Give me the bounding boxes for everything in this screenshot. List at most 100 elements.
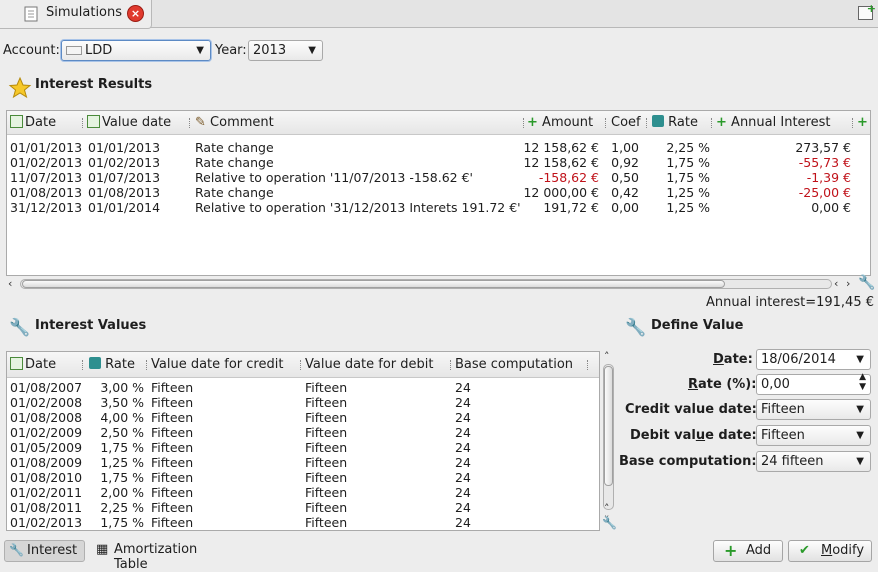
column-header-annual-interest[interactable]: + Annual Interest <box>716 115 830 130</box>
table-row[interactable]: 01/08/2011 2,25 % Fifteen Fifteen 24 <box>7 500 599 515</box>
table-row[interactable]: 31/12/2013 01/01/2014 Relative to operatio… <box>7 200 870 215</box>
scrollbar-thumb[interactable] <box>604 366 613 486</box>
table-row[interactable]: 01/08/2010 1,75 % Fifteen Fifteen 24 <box>7 470 599 485</box>
cell-date: 01/02/2013 <box>10 515 83 530</box>
wrench-icon[interactable]: 🔧 <box>602 516 617 530</box>
year-select[interactable]: 2013 ▼ <box>248 40 323 61</box>
base-computation-select[interactable]: 24 fifteen ▼ <box>756 451 871 472</box>
cell-debit: Fifteen <box>305 485 348 500</box>
column-header-amount[interactable]: + Amount <box>527 115 593 130</box>
cell-credit: Fifteen <box>151 515 194 530</box>
column-header-comment[interactable]: ✎ Comment <box>195 115 274 130</box>
rate-label: Rate (%): <box>688 377 757 392</box>
cell-date: 01/02/2011 <box>10 485 83 500</box>
cell-amount: 12 000,00 € <box>523 185 599 200</box>
date-field[interactable]: 18/06/2014 ▼ <box>756 349 871 370</box>
column-header-rate[interactable]: Rate <box>89 357 135 372</box>
table-row[interactable]: 01/02/2011 2,00 % Fifteen Fifteen 24 <box>7 485 599 500</box>
cell-date: 01/08/2008 <box>10 410 83 425</box>
table-row[interactable]: 11/07/2013 01/07/2013 Relative to operatio… <box>7 170 870 185</box>
chevron-down-icon: ▼ <box>196 45 204 56</box>
chevron-down-icon: ▼ <box>856 430 864 441</box>
horizontal-scrollbar[interactable]: ‹ ‹ › <box>8 277 870 291</box>
modify-button[interactable]: ✔ Modify <box>788 540 872 562</box>
new-tab-icon[interactable]: + <box>858 2 876 20</box>
base-computation-value: 24 fifteen <box>761 454 824 469</box>
cell-base: 24 <box>455 515 471 530</box>
document-icon <box>24 6 38 22</box>
amount-icon: + <box>527 115 538 130</box>
rate-spinbox[interactable]: 0,00 ▲ ▼ <box>756 372 871 395</box>
cell-date: 01/02/2009 <box>10 425 83 440</box>
add-column-icon[interactable]: + <box>857 115 868 130</box>
chevron-left-icon[interactable]: ‹ <box>8 277 12 290</box>
interest-results-table[interactable]: Date Value date ✎ Comment + Amount Coef … <box>6 110 871 276</box>
cell-comment: Rate change <box>195 140 274 155</box>
cell-coef: 1,00 <box>611 140 639 155</box>
account-value: LDD <box>85 43 113 58</box>
year-label: Year: <box>215 43 247 58</box>
interest-values-table[interactable]: Date Rate Value date for credit Value da… <box>6 351 600 531</box>
cell-base: 24 <box>455 500 471 515</box>
cell-comment: Rate change <box>195 155 274 170</box>
tab-amortization-table[interactable]: ▦ Amortization Table <box>94 540 234 572</box>
cell-base: 24 <box>455 410 471 425</box>
cell-base: 24 <box>455 470 471 485</box>
column-header-credit[interactable]: Value date for credit <box>151 357 283 372</box>
table-row[interactable]: 01/02/2013 1,75 % Fifteen Fifteen 24 <box>7 515 599 530</box>
column-header-date[interactable]: Date <box>10 115 56 130</box>
wrench-icon[interactable]: 🔧 <box>858 275 875 291</box>
account-label: Account: <box>3 43 60 58</box>
account-select[interactable]: LDD ▼ <box>61 40 211 61</box>
cell-rate: 2,50 % <box>100 425 144 440</box>
cell-date: 01/02/2013 <box>10 155 83 170</box>
cell-rate: 2,00 % <box>100 485 144 500</box>
base-computation-label: Base computation: <box>619 454 757 469</box>
column-header-coef[interactable]: Coef <box>611 115 641 130</box>
cell-amount: -158,62 € <box>538 170 599 185</box>
table-row[interactable]: 01/02/2008 3,50 % Fifteen Fifteen 24 <box>7 395 599 410</box>
cell-credit: Fifteen <box>151 455 194 470</box>
tab-interest[interactable]: 🔧 Interest <box>4 540 85 562</box>
credit-value-date-select[interactable]: Fifteen ▼ <box>756 399 871 420</box>
table-row[interactable]: 01/02/2009 2,50 % Fifteen Fifteen 24 <box>7 425 599 440</box>
column-header-debit[interactable]: Value date for debit <box>305 357 434 372</box>
cell-rate: 2,25 % <box>100 500 144 515</box>
annual-interest-summary: Annual interest=191,45 € <box>706 295 874 310</box>
cell-amount: 191,72 € <box>543 200 599 215</box>
table-row[interactable]: 01/05/2009 1,75 % Fifteen Fifteen 24 <box>7 440 599 455</box>
table-row[interactable]: 01/08/2009 1,25 % Fifteen Fifteen 24 <box>7 455 599 470</box>
table-row[interactable]: 01/08/2007 3,00 % Fifteen Fifteen 24 <box>7 380 599 395</box>
column-header-base[interactable]: Base computation <box>455 357 573 372</box>
cell-debit: Fifteen <box>305 425 348 440</box>
table-row[interactable]: 01/08/2013 01/08/2013 Rate change 12 000,00… <box>7 185 870 200</box>
scrollbar-thumb[interactable] <box>22 280 725 288</box>
debit-value-date-select[interactable]: Fifteen ▼ <box>756 425 871 446</box>
vertical-scrollbar[interactable]: ˄ ˄ ˅ <box>601 350 617 528</box>
table-row[interactable]: 01/08/2008 4,00 % Fifteen Fifteen 24 <box>7 410 599 425</box>
cell-coef: 0,50 <box>611 170 639 185</box>
cell-credit: Fifteen <box>151 470 194 485</box>
cell-credit: Fifteen <box>151 440 194 455</box>
wrench-icon: 🔧 <box>625 318 647 338</box>
column-header-date[interactable]: Date <box>10 357 56 372</box>
cell-comment: Relative to operation '11/07/2013 -158.6… <box>195 170 473 185</box>
chevron-right-icon[interactable]: › <box>846 277 850 290</box>
chevron-left-icon[interactable]: ‹ <box>834 277 838 290</box>
close-icon[interactable]: × <box>127 5 144 22</box>
table-row[interactable]: 01/01/2013 01/01/2013 Rate change 12 158,62… <box>7 140 870 155</box>
table-row[interactable]: 01/02/2013 01/02/2013 Rate change 12 158,62… <box>7 155 870 170</box>
tab-simulations[interactable]: Simulations × <box>0 0 152 29</box>
cell-rate: 3,00 % <box>100 380 144 395</box>
debit-value: Fifteen <box>761 428 805 443</box>
cell-credit: Fifteen <box>151 410 194 425</box>
cell-date: 01/08/2011 <box>10 500 83 515</box>
define-value-title: Define Value <box>651 318 744 333</box>
column-header-value-date[interactable]: Value date <box>87 115 171 130</box>
chevron-up-icon[interactable]: ˄ <box>604 350 610 363</box>
cell-rate: 3,50 % <box>100 395 144 410</box>
add-button[interactable]: + Add <box>713 540 783 562</box>
column-header-rate[interactable]: Rate <box>652 115 698 130</box>
cell-credit: Fifteen <box>151 500 194 515</box>
spin-icon[interactable]: ▲ ▼ <box>859 372 866 392</box>
